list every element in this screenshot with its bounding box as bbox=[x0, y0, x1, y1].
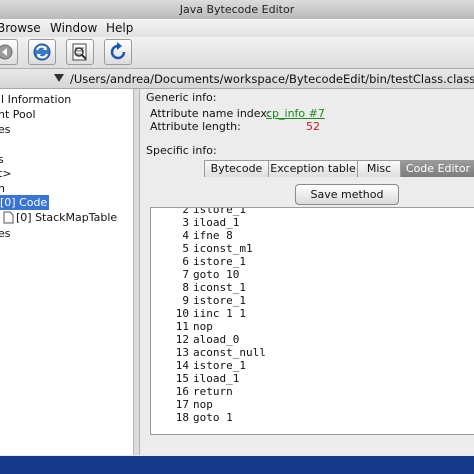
path-bar: /Users/andrea/Documents/workspace/Byteco… bbox=[0, 69, 474, 89]
file-path: /Users/andrea/Documents/workspace/Byteco… bbox=[70, 72, 474, 86]
line-number: 4 bbox=[182, 229, 189, 242]
tree-item-code-selected[interactable]: [0] Code bbox=[0, 195, 50, 210]
generic-info-title: Generic info: bbox=[146, 91, 217, 104]
code-line: 16 return bbox=[151, 385, 233, 398]
menu-help[interactable]: Help bbox=[106, 21, 133, 35]
tree-item-stackmaptable[interactable]: [0] StackMapTable bbox=[16, 210, 117, 225]
code-line: 11 nop bbox=[151, 320, 213, 333]
specific-info-title: Specific info: bbox=[146, 144, 217, 157]
menu-bar: Browse Window Help bbox=[0, 19, 474, 38]
code-line: 8 iconst_1 bbox=[151, 281, 246, 294]
line-number: 3 bbox=[182, 216, 189, 229]
line-number: 12 bbox=[175, 333, 189, 346]
tree-item[interactable]: es bbox=[0, 122, 11, 137]
line-number: 13 bbox=[175, 346, 189, 359]
reload-icon bbox=[110, 42, 126, 60]
code-line: 6 istore_1 bbox=[151, 255, 246, 268]
menu-window[interactable]: Window bbox=[50, 21, 97, 35]
code-line: 12 aload_0 bbox=[151, 333, 240, 346]
back-button[interactable] bbox=[0, 39, 18, 65]
instruction: nop bbox=[193, 398, 213, 411]
line-number: 15 bbox=[175, 372, 189, 385]
menu-browse[interactable]: Browse bbox=[0, 21, 41, 35]
tab-misc[interactable]: Misc bbox=[357, 160, 401, 177]
line-number: 8 bbox=[182, 281, 189, 294]
cp-info-link[interactable]: cp_info #7 bbox=[266, 107, 325, 120]
line-number: 6 bbox=[182, 255, 189, 268]
tab-code-editor[interactable]: Code Editor bbox=[400, 160, 474, 177]
instruction: iload_1 bbox=[193, 216, 240, 229]
line-number: 18 bbox=[175, 411, 189, 424]
window-title: Java Bytecode Editor bbox=[179, 3, 295, 16]
code-line: 4 ifne 8 bbox=[151, 229, 233, 242]
line-number: 11 bbox=[175, 320, 189, 333]
back-icon bbox=[0, 44, 13, 60]
line-number: 16 bbox=[175, 385, 189, 398]
line-number: 14 bbox=[175, 359, 189, 372]
tab-bytecode[interactable]: Bytecode bbox=[204, 160, 269, 177]
code-line: 7 goto 10 bbox=[151, 268, 239, 281]
code-line: 15 iload_1 bbox=[151, 372, 240, 385]
instruction: iload_1 bbox=[193, 372, 240, 385]
instruction: ifne 8 bbox=[193, 229, 233, 242]
instruction: return bbox=[193, 385, 233, 398]
code-line: 17 nop bbox=[151, 398, 213, 411]
code-line: 13 aconst_null bbox=[151, 346, 266, 359]
code-line: 9 istore_1 bbox=[151, 294, 246, 307]
instruction: aload_0 bbox=[193, 333, 240, 346]
instruction: iconst_1 bbox=[193, 281, 246, 294]
code-line: 2 istore_1 bbox=[151, 207, 246, 216]
instruction: istore_1 bbox=[193, 255, 246, 268]
code-editor[interactable]: 2 istore_1 3 iload_1 4 ifne 8 5 iconst_m1 6i… bbox=[150, 207, 474, 435]
file-icon bbox=[3, 211, 14, 224]
status-bar bbox=[0, 456, 474, 474]
line-number: 9 bbox=[182, 294, 189, 307]
instruction: goto 1 bbox=[193, 411, 233, 424]
tab-exception-table[interactable]: Exception table bbox=[268, 160, 358, 177]
refresh-icon bbox=[33, 43, 51, 61]
attribute-length-label: Attribute length: bbox=[150, 120, 241, 133]
toolbar bbox=[0, 37, 474, 69]
line-number: 2 bbox=[182, 207, 189, 216]
inspect-icon bbox=[72, 43, 87, 61]
reload-button[interactable] bbox=[104, 39, 132, 65]
instruction: iconst_m1 bbox=[193, 242, 253, 255]
code-line: 10 iinc 1 1 bbox=[151, 307, 246, 320]
line-number: 5 bbox=[182, 242, 189, 255]
tree-item[interactable]: ll Information bbox=[0, 92, 71, 107]
code-line: 3 iload_1 bbox=[151, 216, 239, 229]
code-line: 18 goto 1 bbox=[151, 411, 233, 424]
instruction: nop bbox=[193, 320, 213, 333]
instruction: goto 10 bbox=[193, 268, 240, 281]
instruction: istore_1 bbox=[193, 207, 246, 216]
instruction: aconst_null bbox=[193, 346, 266, 359]
tree-item[interactable]: s bbox=[0, 152, 4, 167]
code-line: 14 istore_1 bbox=[151, 359, 246, 372]
line-number: 17 bbox=[175, 398, 189, 411]
line-number: 7 bbox=[182, 268, 189, 281]
attribute-name-index-label: Attribute name index: bbox=[150, 107, 271, 120]
title-bar: Java Bytecode Editor bbox=[0, 0, 474, 20]
class-tree: ll Information nt Pool es s t> n [0] Cod… bbox=[0, 89, 134, 455]
refresh-button[interactable] bbox=[28, 39, 56, 65]
collapse-arrow-icon[interactable] bbox=[54, 74, 64, 83]
instruction: istore_1 bbox=[193, 294, 246, 307]
instruction: iinc 1 1 bbox=[193, 307, 246, 320]
line-number: 10 bbox=[175, 307, 189, 320]
tree-item[interactable]: nt Pool bbox=[0, 107, 36, 122]
code-line: 5 iconst_m1 bbox=[151, 242, 253, 255]
tree-item[interactable]: t> bbox=[0, 166, 12, 181]
attribute-length-value: 52 bbox=[306, 120, 320, 133]
save-method-button[interactable]: Save method bbox=[295, 184, 399, 205]
inspect-button[interactable] bbox=[66, 39, 94, 65]
tree-item[interactable]: es bbox=[0, 226, 11, 241]
tree-item[interactable]: n bbox=[0, 181, 5, 196]
instruction: istore_1 bbox=[193, 359, 246, 372]
